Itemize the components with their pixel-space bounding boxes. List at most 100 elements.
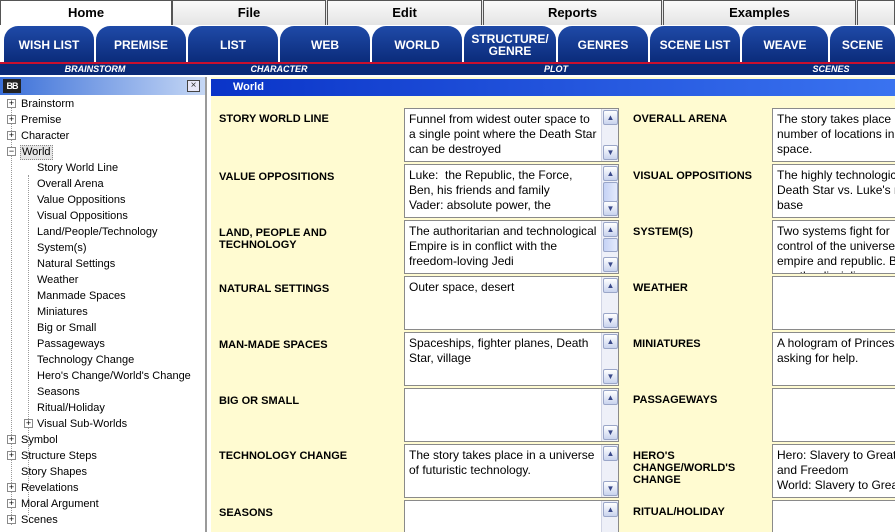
tree-item-heros-change[interactable]: Hero's Change/World's Change	[0, 368, 205, 384]
tree-item-systems[interactable]: System(s)	[0, 240, 205, 256]
tree-item-miniatures[interactable]: Miniatures	[0, 304, 205, 320]
expand-icon[interactable]: +	[7, 131, 16, 140]
menu-tab-file[interactable]: File	[172, 0, 326, 25]
wish-list-button[interactable]: WISH LIST	[4, 26, 94, 64]
tree-item-scenes[interactable]: + Scenes	[0, 512, 205, 528]
scroll-down-arrow-icon[interactable]: ▼	[603, 313, 618, 328]
tree-item-natural-settings[interactable]: Natural Settings	[0, 256, 205, 272]
scrollbar[interactable]: ▲ ▼	[601, 389, 618, 441]
tree-item-symbol[interactable]: + Symbol	[0, 432, 205, 448]
tree-item-label: Overall Arena	[37, 178, 104, 190]
expand-icon[interactable]: +	[7, 499, 16, 508]
tree-item-technology-change[interactable]: Technology Change	[0, 352, 205, 368]
expand-icon[interactable]: +	[7, 435, 16, 444]
technology-change-field[interactable]: The story takes place in a universe of f…	[404, 444, 619, 498]
expand-icon[interactable]: +	[7, 115, 16, 124]
big-or-small-field[interactable]: ▲ ▼	[404, 388, 619, 442]
close-icon[interactable]: ×	[187, 80, 200, 92]
scroll-down-arrow-icon[interactable]: ▼	[603, 369, 618, 384]
ritual-holiday-field[interactable]	[772, 500, 895, 532]
expand-icon[interactable]: +	[7, 99, 16, 108]
tree-item-land-people-technology[interactable]: Land/People/Technology	[0, 224, 205, 240]
expand-icon[interactable]: +	[7, 451, 16, 460]
tree-item-character[interactable]: + Character	[0, 128, 205, 144]
land-people-technology-field[interactable]: The authoritarian and technological Empi…	[404, 220, 619, 274]
scroll-down-arrow-icon[interactable]: ▼	[603, 145, 618, 160]
tree-item-manmade-spaces[interactable]: Manmade Spaces	[0, 288, 205, 304]
scroll-down-arrow-icon[interactable]: ▼	[603, 201, 618, 216]
collapse-icon[interactable]: −	[7, 147, 16, 156]
tree-item-label: Seasons	[37, 386, 80, 398]
story-world-line-field[interactable]: Funnel from widest outer space to a sing…	[404, 108, 619, 162]
scroll-up-arrow-icon[interactable]: ▲	[603, 390, 618, 405]
field-label-systems: SYSTEM(S)	[633, 226, 693, 238]
tree-item-world[interactable]: − World	[0, 144, 205, 160]
expand-icon[interactable]: +	[24, 419, 33, 428]
tree-item-seasons[interactable]: Seasons	[0, 384, 205, 400]
tree-item-structure-steps[interactable]: + Structure Steps	[0, 448, 205, 464]
premise-button[interactable]: PREMISE	[96, 26, 186, 64]
list-button[interactable]: LIST	[188, 26, 278, 64]
menu-tab-extra	[857, 0, 895, 25]
scrollbar[interactable]: ▲	[601, 501, 618, 532]
scene-list-button[interactable]: SCENE LIST	[650, 26, 740, 64]
passageways-field[interactable]	[772, 388, 895, 442]
scrollbar[interactable]: ▲ ▼	[601, 221, 618, 273]
scroll-up-arrow-icon[interactable]: ▲	[603, 110, 618, 125]
tree-item-brainstorm[interactable]: + Brainstorm	[0, 96, 205, 112]
field-text: Hero: Slavery to Greatness and Freedom W…	[777, 448, 895, 492]
scroll-up-arrow-icon[interactable]: ▲	[603, 166, 618, 181]
expand-icon[interactable]: +	[7, 515, 16, 524]
tree-item-visual-oppositions[interactable]: Visual Oppositions	[0, 208, 205, 224]
man-made-spaces-field[interactable]: Spaceships, fighter planes, Death Star, …	[404, 332, 619, 386]
overall-arena-field[interactable]: The story takes place in a number of loc…	[772, 108, 895, 162]
natural-settings-field[interactable]: Outer space, desert ▲ ▼	[404, 276, 619, 330]
menu-tab-edit[interactable]: Edit	[327, 0, 482, 25]
menu-tab-home[interactable]: Home	[0, 0, 172, 26]
tree-item-story-shapes[interactable]: Story Shapes	[0, 464, 205, 480]
tree-item-moral-argument[interactable]: + Moral Argument	[0, 496, 205, 512]
scroll-up-arrow-icon[interactable]: ▲	[603, 502, 618, 517]
scrollbar[interactable]: ▲ ▼	[601, 445, 618, 497]
menu-tab-examples[interactable]: Examples	[663, 0, 856, 25]
tree-item-visual-sub-worlds[interactable]: + Visual Sub-Worlds	[0, 416, 205, 432]
tree-item-overall-arena[interactable]: Overall Arena	[0, 176, 205, 192]
tree-item-passageways[interactable]: Passageways	[0, 336, 205, 352]
expand-icon[interactable]: +	[7, 483, 16, 492]
scrollbar[interactable]: ▲ ▼	[601, 165, 618, 217]
scroll-thumb[interactable]	[603, 238, 618, 252]
scroll-up-arrow-icon[interactable]: ▲	[603, 222, 618, 237]
world-button[interactable]: WORLD	[372, 26, 462, 64]
genres-button[interactable]: GENRES	[558, 26, 648, 64]
tree-item-ritual-holiday[interactable]: Ritual/Holiday	[0, 400, 205, 416]
tree-item-story-world-line[interactable]: Story World Line	[0, 160, 205, 176]
scrollbar[interactable]: ▲ ▼	[601, 333, 618, 385]
weave-button[interactable]: WEAVE	[742, 26, 828, 64]
structure-genre-button[interactable]: STRUCTURE/ GENRE	[464, 26, 556, 64]
visual-oppositions-field[interactable]: The highly technological Death Star vs. …	[772, 164, 895, 218]
tree-item-premise[interactable]: + Premise	[0, 112, 205, 128]
web-button[interactable]: WEB	[280, 26, 370, 64]
menu-tab-reports[interactable]: Reports	[483, 0, 662, 25]
tree-item-weather[interactable]: Weather	[0, 272, 205, 288]
tree-item-value-oppositions[interactable]: Value Oppositions	[0, 192, 205, 208]
scroll-thumb[interactable]	[603, 182, 618, 202]
systems-field[interactable]: Two systems fight for control of the uni…	[772, 220, 895, 274]
miniatures-field[interactable]: A hologram of Princess Leia asking for h…	[772, 332, 895, 386]
weather-field[interactable]	[772, 276, 895, 330]
scroll-up-arrow-icon[interactable]: ▲	[603, 334, 618, 349]
scroll-down-arrow-icon[interactable]: ▼	[603, 257, 618, 272]
tree-item-revelations[interactable]: + Revelations	[0, 480, 205, 496]
scrollbar[interactable]: ▲ ▼	[601, 277, 618, 329]
scroll-down-arrow-icon[interactable]: ▼	[603, 425, 618, 440]
scroll-up-arrow-icon[interactable]: ▲	[603, 446, 618, 461]
seasons-field[interactable]: ▲	[404, 500, 619, 532]
scroll-up-arrow-icon[interactable]: ▲	[603, 278, 618, 293]
tree-item-big-or-small[interactable]: Big or Small	[0, 320, 205, 336]
value-oppositions-field[interactable]: Luke: the Republic, the Force, Ben, his …	[404, 164, 619, 218]
tree-item-label: Brainstorm	[21, 98, 75, 110]
heros-change-field[interactable]: Hero: Slavery to Greatness and Freedom W…	[772, 444, 895, 498]
scene-button[interactable]: SCENE	[830, 26, 895, 64]
scrollbar[interactable]: ▲ ▼	[601, 109, 618, 161]
scroll-down-arrow-icon[interactable]: ▼	[603, 481, 618, 496]
